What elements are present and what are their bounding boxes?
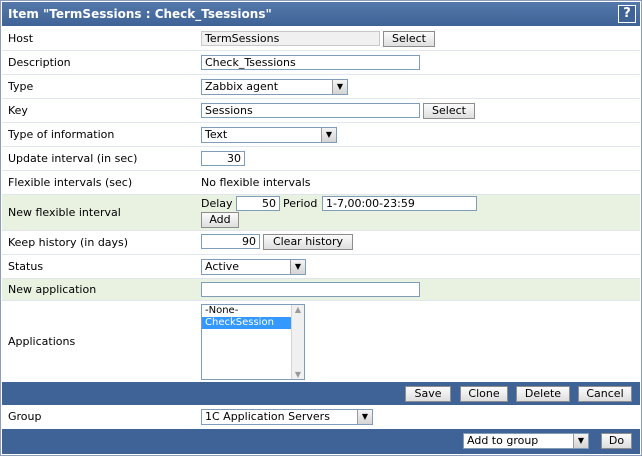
new-application-input[interactable] [201, 282, 420, 297]
period-input[interactable]: 1-7,00:00-23:59 [322, 196, 477, 211]
chevron-down-icon: ▼ [332, 80, 347, 94]
chevron-down-icon: ▼ [357, 410, 372, 424]
form-title-bar: Item "TermSessions : Check_Tsessions" ? [2, 2, 640, 26]
description-row: Description Check_Tsessions [2, 51, 640, 75]
status-label: Status [8, 260, 44, 273]
type-of-information-label: Type of information [8, 128, 115, 141]
description-input[interactable]: Check_Tsessions [201, 55, 420, 70]
group-label: Group [8, 410, 42, 423]
status-select[interactable]: Active ▼ [201, 259, 306, 275]
keep-history-input[interactable]: 90 [201, 234, 260, 249]
footer-bar: Add to group ▼ Do [2, 429, 640, 454]
add-interval-button[interactable]: Add [201, 212, 239, 228]
delete-button[interactable]: Delete [516, 386, 570, 402]
scroll-down-icon: ▼ [294, 370, 302, 379]
host-row: Host TermSessions Select [2, 27, 640, 51]
flexible-intervals-label: Flexible intervals (sec) [8, 176, 133, 189]
new-application-label: New application [8, 283, 97, 296]
chevron-down-icon: ▼ [573, 434, 588, 448]
type-select[interactable]: Zabbix agent ▼ [201, 79, 348, 95]
type-label: Type [8, 80, 34, 93]
chevron-down-icon: ▼ [290, 260, 305, 274]
do-button[interactable]: Do [601, 433, 632, 449]
save-button[interactable]: Save [405, 386, 451, 402]
status-select-value: Active [205, 260, 240, 273]
applications-listbox[interactable]: -None- CheckSession ▲ ▼ [201, 304, 305, 380]
type-row: Type Zabbix agent ▼ [2, 75, 640, 99]
group-select-value: 1C Application Servers [205, 410, 330, 423]
delay-label: Delay [201, 197, 233, 210]
listbox-scrollbar[interactable]: ▲ ▼ [291, 305, 304, 379]
type-select-value: Zabbix agent [205, 80, 279, 93]
new-application-row: New application [2, 279, 640, 301]
group-action-value: Add to group [467, 434, 539, 447]
clear-history-button[interactable]: Clear history [263, 234, 353, 250]
update-interval-input[interactable]: 30 [201, 151, 245, 166]
type-of-information-value: Text [205, 128, 228, 141]
flexible-intervals-row: Flexible intervals (sec) No flexible int… [2, 171, 640, 195]
group-select[interactable]: 1C Application Servers ▼ [201, 409, 373, 425]
keep-history-row: Keep history (in days) 90 Clear history [2, 231, 640, 255]
actions-bar: Save Clone Delete Cancel [2, 382, 640, 405]
status-row: Status Active ▼ [2, 255, 640, 279]
update-interval-label: Update interval (in sec) [8, 152, 138, 165]
type-of-information-row: Type of information Text ▼ [2, 123, 640, 147]
delay-input[interactable]: 50 [236, 196, 280, 211]
applications-row: Applications [2, 301, 640, 382]
scroll-up-icon: ▲ [294, 305, 302, 314]
flexible-intervals-value: No flexible intervals [201, 176, 311, 189]
application-option[interactable]: CheckSession [202, 317, 304, 329]
key-label: Key [8, 104, 28, 117]
host-select-button[interactable]: Select [383, 31, 435, 47]
update-interval-row: Update interval (in sec) 30 [2, 147, 640, 171]
group-action-select[interactable]: Add to group ▼ [463, 433, 589, 449]
item-form-window: Item "TermSessions : Check_Tsessions" ? … [0, 0, 642, 456]
application-option[interactable]: -None- [202, 305, 304, 317]
host-field[interactable]: TermSessions [201, 31, 380, 46]
chevron-down-icon: ▼ [321, 128, 336, 142]
cancel-button[interactable]: Cancel [578, 386, 632, 402]
help-icon[interactable]: ? [618, 5, 636, 23]
applications-label: Applications [8, 335, 76, 348]
key-select-button[interactable]: Select [423, 103, 475, 119]
form-title: Item "TermSessions : Check_Tsessions" [8, 7, 272, 21]
group-row: Group 1C Application Servers ▼ [2, 405, 640, 429]
keep-history-label: Keep history (in days) [8, 236, 129, 249]
key-row: Key Sessions Select [2, 99, 640, 123]
new-flexible-interval-row: New flexible interval Delay 50 Period 1-… [2, 195, 640, 231]
host-label: Host [8, 32, 34, 45]
period-label: Period [283, 197, 318, 210]
clone-button[interactable]: Clone [460, 386, 508, 402]
description-label: Description [8, 56, 71, 69]
new-flexible-interval-label: New flexible interval [8, 206, 121, 219]
key-input[interactable]: Sessions [201, 103, 420, 118]
type-of-information-select[interactable]: Text ▼ [201, 127, 337, 143]
